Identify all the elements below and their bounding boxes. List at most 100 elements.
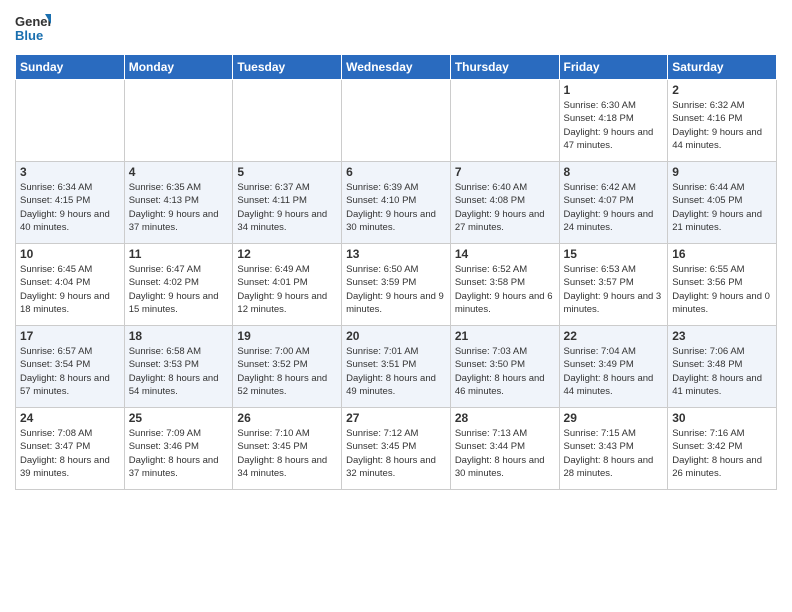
day-info: Sunrise: 7:12 AM Sunset: 3:45 PM Dayligh… bbox=[346, 427, 446, 480]
calendar-cell: 2Sunrise: 6:32 AM Sunset: 4:16 PM Daylig… bbox=[668, 80, 777, 162]
calendar-cell: 24 Sunrise: 7:08 AM Sunset: 3:47 PM Dayli… bbox=[16, 408, 125, 490]
day-info: Sunrise: 6:52 AM Sunset: 3:58 PM Dayligh… bbox=[455, 263, 555, 316]
calendar-cell bbox=[233, 80, 342, 162]
day-number: 12 bbox=[237, 247, 337, 261]
day-number: 23 bbox=[672, 329, 772, 343]
day-number: 24 bbox=[20, 411, 120, 425]
logo-icon: General Blue bbox=[15, 10, 51, 46]
day-number: 9 bbox=[672, 165, 772, 179]
calendar-header-row: SundayMondayTuesdayWednesdayThursdayFrid… bbox=[16, 55, 777, 80]
day-number: 6 bbox=[346, 165, 446, 179]
weekday-header: Saturday bbox=[668, 55, 777, 80]
day-number: 27 bbox=[346, 411, 446, 425]
calendar-cell bbox=[342, 80, 451, 162]
calendar-cell: 18 Sunrise: 6:58 AM Sunset: 3:53 PM Dayli… bbox=[124, 326, 233, 408]
calendar-cell: 14 Sunrise: 6:52 AM Sunset: 3:58 PM Dayli… bbox=[450, 244, 559, 326]
calendar-cell: 20 Sunrise: 7:01 AM Sunset: 3:51 PM Dayli… bbox=[342, 326, 451, 408]
day-number: 25 bbox=[129, 411, 229, 425]
calendar-cell: 6 Sunrise: 6:39 AM Sunset: 4:10 PM Daylig… bbox=[342, 162, 451, 244]
day-info: Sunrise: 7:13 AM Sunset: 3:44 PM Dayligh… bbox=[455, 427, 555, 480]
calendar-cell: 9 Sunrise: 6:44 AM Sunset: 4:05 PM Daylig… bbox=[668, 162, 777, 244]
day-number: 11 bbox=[129, 247, 229, 261]
day-info: Sunrise: 6:34 AM Sunset: 4:15 PM Dayligh… bbox=[20, 181, 120, 234]
day-number: 19 bbox=[237, 329, 337, 343]
calendar-cell: 29 Sunrise: 7:15 AM Sunset: 3:43 PM Dayli… bbox=[559, 408, 668, 490]
day-info: Sunrise: 6:47 AM Sunset: 4:02 PM Dayligh… bbox=[129, 263, 229, 316]
calendar-cell: 22 Sunrise: 7:04 AM Sunset: 3:49 PM Dayli… bbox=[559, 326, 668, 408]
calendar-cell: 11 Sunrise: 6:47 AM Sunset: 4:02 PM Dayli… bbox=[124, 244, 233, 326]
day-info: Sunrise: 6:44 AM Sunset: 4:05 PM Dayligh… bbox=[672, 181, 772, 234]
calendar-cell: 7Sunrise: 6:40 AM Sunset: 4:08 PM Daylig… bbox=[450, 162, 559, 244]
day-info: Sunrise: 6:49 AM Sunset: 4:01 PM Dayligh… bbox=[237, 263, 337, 316]
svg-text:Blue: Blue bbox=[15, 28, 43, 43]
day-info: Sunrise: 7:04 AM Sunset: 3:49 PM Dayligh… bbox=[564, 345, 664, 398]
day-info: Sunrise: 7:08 AM Sunset: 3:47 PM Dayligh… bbox=[20, 427, 120, 480]
calendar-cell: 28 Sunrise: 7:13 AM Sunset: 3:44 PM Dayli… bbox=[450, 408, 559, 490]
day-info: Sunrise: 6:30 AM Sunset: 4:18 PM Dayligh… bbox=[564, 99, 664, 152]
day-info: Sunrise: 6:39 AM Sunset: 4:10 PM Dayligh… bbox=[346, 181, 446, 234]
day-number: 29 bbox=[564, 411, 664, 425]
calendar-cell: 4 Sunrise: 6:35 AM Sunset: 4:13 PM Daylig… bbox=[124, 162, 233, 244]
day-number: 10 bbox=[20, 247, 120, 261]
calendar-cell: 15Sunrise: 6:53 AM Sunset: 3:57 PM Dayli… bbox=[559, 244, 668, 326]
calendar-week-row: 3Sunrise: 6:34 AM Sunset: 4:15 PM Daylig… bbox=[16, 162, 777, 244]
calendar-cell bbox=[450, 80, 559, 162]
calendar-cell: 12 Sunrise: 6:49 AM Sunset: 4:01 PM Dayli… bbox=[233, 244, 342, 326]
day-info: Sunrise: 6:55 AM Sunset: 3:56 PM Dayligh… bbox=[672, 263, 772, 316]
day-number: 18 bbox=[129, 329, 229, 343]
day-info: Sunrise: 7:01 AM Sunset: 3:51 PM Dayligh… bbox=[346, 345, 446, 398]
calendar-cell: 10 Sunrise: 6:45 AM Sunset: 4:04 PM Dayli… bbox=[16, 244, 125, 326]
day-number: 20 bbox=[346, 329, 446, 343]
calendar-week-row: 24 Sunrise: 7:08 AM Sunset: 3:47 PM Dayli… bbox=[16, 408, 777, 490]
calendar-cell: 17 Sunrise: 6:57 AM Sunset: 3:54 PM Dayli… bbox=[16, 326, 125, 408]
day-info: Sunrise: 6:37 AM Sunset: 4:11 PM Dayligh… bbox=[237, 181, 337, 234]
day-info: Sunrise: 7:15 AM Sunset: 3:43 PM Dayligh… bbox=[564, 427, 664, 480]
weekday-header: Thursday bbox=[450, 55, 559, 80]
weekday-header: Wednesday bbox=[342, 55, 451, 80]
day-info: Sunrise: 6:45 AM Sunset: 4:04 PM Dayligh… bbox=[20, 263, 120, 316]
calendar-cell: 1 Sunrise: 6:30 AM Sunset: 4:18 PM Daylig… bbox=[559, 80, 668, 162]
day-number: 30 bbox=[672, 411, 772, 425]
calendar-cell: 23Sunrise: 7:06 AM Sunset: 3:48 PM Dayli… bbox=[668, 326, 777, 408]
calendar-cell bbox=[16, 80, 125, 162]
calendar-week-row: 17 Sunrise: 6:57 AM Sunset: 3:54 PM Dayli… bbox=[16, 326, 777, 408]
day-info: Sunrise: 6:40 AM Sunset: 4:08 PM Dayligh… bbox=[455, 181, 555, 234]
day-info: Sunrise: 7:10 AM Sunset: 3:45 PM Dayligh… bbox=[237, 427, 337, 480]
day-info: Sunrise: 6:35 AM Sunset: 4:13 PM Dayligh… bbox=[129, 181, 229, 234]
calendar-cell: 25Sunrise: 7:09 AM Sunset: 3:46 PM Dayli… bbox=[124, 408, 233, 490]
calendar-cell: 13 Sunrise: 6:50 AM Sunset: 3:59 PM Dayli… bbox=[342, 244, 451, 326]
calendar-table: SundayMondayTuesdayWednesdayThursdayFrid… bbox=[15, 54, 777, 490]
day-number: 5 bbox=[237, 165, 337, 179]
day-info: Sunrise: 6:58 AM Sunset: 3:53 PM Dayligh… bbox=[129, 345, 229, 398]
day-number: 17 bbox=[20, 329, 120, 343]
day-info: Sunrise: 7:16 AM Sunset: 3:42 PM Dayligh… bbox=[672, 427, 772, 480]
calendar-cell: 8 Sunrise: 6:42 AM Sunset: 4:07 PM Daylig… bbox=[559, 162, 668, 244]
day-info: Sunrise: 6:50 AM Sunset: 3:59 PM Dayligh… bbox=[346, 263, 446, 316]
day-number: 15 bbox=[564, 247, 664, 261]
calendar-cell: 27 Sunrise: 7:12 AM Sunset: 3:45 PM Dayli… bbox=[342, 408, 451, 490]
calendar-cell: 16 Sunrise: 6:55 AM Sunset: 3:56 PM Dayli… bbox=[668, 244, 777, 326]
weekday-header: Monday bbox=[124, 55, 233, 80]
calendar-cell: 21Sunrise: 7:03 AM Sunset: 3:50 PM Dayli… bbox=[450, 326, 559, 408]
day-info: Sunrise: 7:00 AM Sunset: 3:52 PM Dayligh… bbox=[237, 345, 337, 398]
page-header: General Blue bbox=[15, 10, 777, 46]
day-number: 28 bbox=[455, 411, 555, 425]
calendar-cell: 30 Sunrise: 7:16 AM Sunset: 3:42 PM Dayli… bbox=[668, 408, 777, 490]
svg-text:General: General bbox=[15, 14, 51, 29]
weekday-header: Friday bbox=[559, 55, 668, 80]
day-info: Sunrise: 6:42 AM Sunset: 4:07 PM Dayligh… bbox=[564, 181, 664, 234]
calendar-cell: 5 Sunrise: 6:37 AM Sunset: 4:11 PM Daylig… bbox=[233, 162, 342, 244]
day-number: 1 bbox=[564, 83, 664, 97]
calendar-cell: 26Sunrise: 7:10 AM Sunset: 3:45 PM Dayli… bbox=[233, 408, 342, 490]
day-number: 22 bbox=[564, 329, 664, 343]
day-number: 16 bbox=[672, 247, 772, 261]
day-info: Sunrise: 7:03 AM Sunset: 3:50 PM Dayligh… bbox=[455, 345, 555, 398]
day-number: 14 bbox=[455, 247, 555, 261]
day-number: 8 bbox=[564, 165, 664, 179]
day-info: Sunrise: 6:57 AM Sunset: 3:54 PM Dayligh… bbox=[20, 345, 120, 398]
calendar-week-row: 10 Sunrise: 6:45 AM Sunset: 4:04 PM Dayli… bbox=[16, 244, 777, 326]
day-info: Sunrise: 6:32 AM Sunset: 4:16 PM Dayligh… bbox=[672, 99, 772, 152]
day-number: 4 bbox=[129, 165, 229, 179]
weekday-header: Sunday bbox=[16, 55, 125, 80]
day-number: 13 bbox=[346, 247, 446, 261]
